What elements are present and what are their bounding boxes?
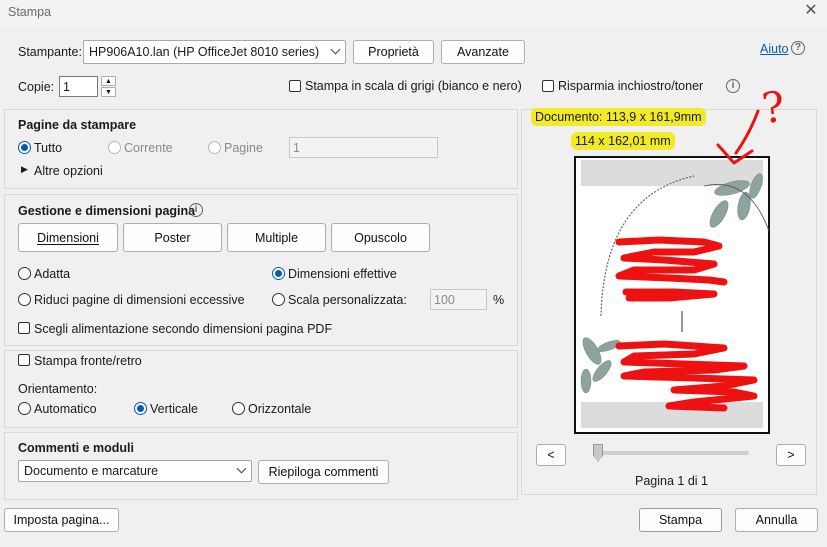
custom-scale-radio[interactable] <box>272 293 285 306</box>
printer-select[interactable]: HP906A10.lan (HP OfficeJet 8010 series) <box>83 40 346 64</box>
page-counter: Pagina 1 di 1 <box>635 474 708 488</box>
duplex-checkbox[interactable] <box>18 354 30 366</box>
choose-source-label: Scegli alimentazione secondo dimensioni … <box>34 322 333 336</box>
actual-size-label: Dimensioni effettive <box>288 267 397 281</box>
tab-opuscolo[interactable]: Opuscolo <box>331 223 430 252</box>
current-page-radio[interactable] <box>108 141 121 154</box>
paper-size-label: 114 x 162,01 mm <box>571 132 675 150</box>
grayscale-label: Stampa in scala di grigi (bianco e nero) <box>305 79 522 93</box>
grayscale-checkbox[interactable] <box>289 80 301 92</box>
printer-selected-value: HP906A10.lan (HP OfficeJet 8010 series) <box>89 45 320 59</box>
properties-button[interactable]: Proprietà <box>353 40 434 64</box>
page-slider-track[interactable] <box>597 451 749 455</box>
orientation-portrait-radio[interactable] <box>134 402 147 415</box>
help-icon[interactable]: ? <box>791 41 805 55</box>
pages-range-label: Pagine <box>224 141 263 155</box>
orientation-auto-label: Automatico <box>34 402 97 416</box>
page-setup-button[interactable]: Imposta pagina... <box>4 508 119 532</box>
annotation-question-mark: ? <box>759 81 787 134</box>
paper-size-highlight: 114 x 162,01 mm <box>571 132 675 150</box>
save-ink-label: Risparmia inchiostro/toner <box>558 79 704 93</box>
expand-triangle-icon[interactable]: ▶ <box>21 164 28 175</box>
orientation-auto-radio[interactable] <box>18 402 31 415</box>
tab-multiple[interactable]: Multiple <box>227 223 326 252</box>
fit-radio[interactable] <box>18 267 31 280</box>
prev-page-button[interactable]: < <box>536 444 566 466</box>
tab-dimensioni[interactable]: Dimensioni <box>18 223 118 252</box>
copies-up-arrow-icon[interactable]: ▲ <box>101 76 116 86</box>
copies-down-arrow-icon[interactable]: ▼ <box>101 87 116 97</box>
save-ink-checkbox[interactable] <box>542 80 554 92</box>
tab-poster[interactable]: Poster <box>123 223 222 252</box>
chevron-down-icon <box>236 463 247 474</box>
comments-select[interactable]: Documento e marcature <box>18 460 252 482</box>
custom-scale-input[interactable]: 100 <box>430 289 487 310</box>
advanced-button[interactable]: Avanzate <box>441 40 525 64</box>
cancel-button[interactable]: Annulla <box>735 508 818 532</box>
print-button[interactable]: Stampa <box>639 508 722 532</box>
all-pages-label: Tutto <box>34 141 63 155</box>
printer-label: Stampante: <box>18 45 82 59</box>
chevron-down-icon <box>330 44 341 55</box>
pages-range-radio[interactable] <box>208 141 221 154</box>
custom-scale-label: Scala personalizzata: <box>288 293 407 307</box>
copies-input[interactable]: 1 <box>59 76 98 97</box>
fit-label: Adatta <box>34 267 71 281</box>
shrink-radio[interactable] <box>18 293 31 306</box>
duplex-label: Stampa fronte/retro <box>34 354 142 368</box>
choose-source-checkbox[interactable] <box>18 322 30 334</box>
next-page-button[interactable]: > <box>776 444 806 466</box>
comments-heading: Commenti e moduli <box>18 441 134 455</box>
title-bar <box>0 0 827 26</box>
summarize-comments-button[interactable]: Riepiloga commenti <box>258 460 389 484</box>
copies-label: Copie: <box>18 80 55 94</box>
help-link[interactable]: Aiuto <box>760 42 789 56</box>
actual-size-radio[interactable] <box>272 267 285 280</box>
orientation-portrait-label: Verticale <box>150 402 198 416</box>
window-title: Stampa <box>8 5 52 19</box>
page-preview <box>574 156 770 434</box>
orientation-landscape-radio[interactable] <box>232 402 245 415</box>
orientation-landscape-label: Orizzontale <box>248 402 312 416</box>
document-size-highlight: Documento: 113,9 x 161,9mm <box>531 108 706 126</box>
comments-selected-value: Documento e marcature <box>24 464 159 478</box>
all-pages-radio[interactable] <box>18 141 31 154</box>
info-icon[interactable]: i <box>726 79 740 93</box>
percent-label: % <box>493 293 505 307</box>
more-options-toggle[interactable]: Altre opzioni <box>34 164 103 178</box>
pages-to-print-heading: Pagine da stampare <box>18 118 137 132</box>
page-sizing-heading: Gestione e dimensioni pagina <box>18 204 196 218</box>
current-page-label: Corrente <box>124 141 173 155</box>
orientation-label: Orientamento: <box>18 382 98 396</box>
close-icon[interactable]: ✕ <box>802 2 820 20</box>
pages-range-input[interactable]: 1 <box>289 137 438 158</box>
document-size-label: Documento: 113,9 x 161,9mm <box>531 108 706 126</box>
page-sizing-info-icon[interactable]: i <box>189 203 203 217</box>
shrink-label: Riduci pagine di dimensioni eccessive <box>34 293 245 307</box>
